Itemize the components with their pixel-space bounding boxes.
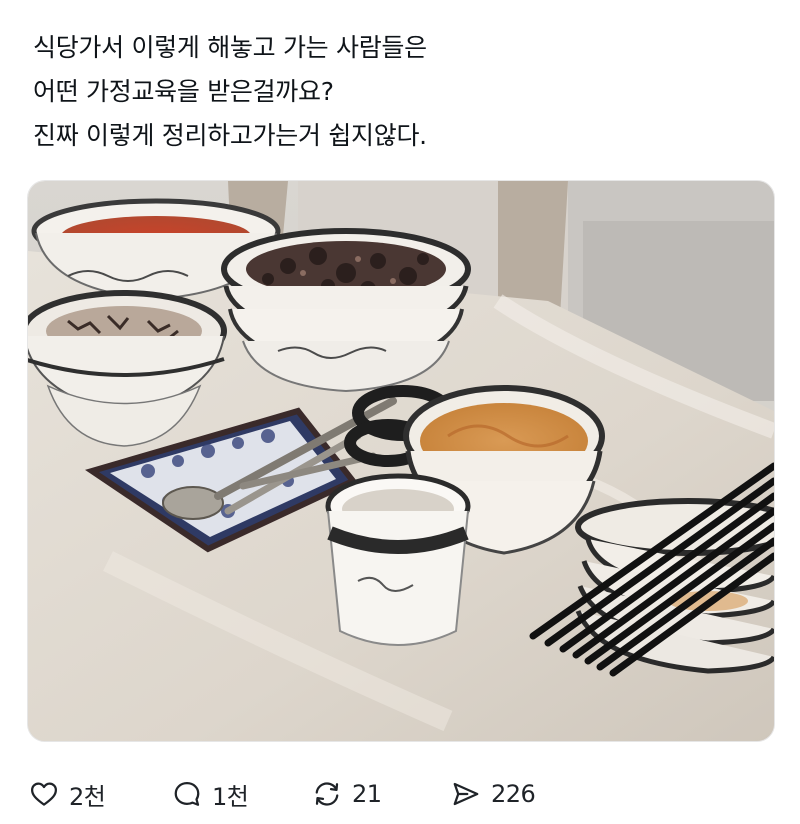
send-icon [453, 782, 479, 806]
share-count: 226 [491, 780, 536, 808]
repost-count: 21 [352, 780, 382, 808]
post-text-line: 식당가서 이렇게 해놓고 가는 사람들은 [33, 33, 427, 62]
repost-button[interactable]: 21 [312, 770, 382, 818]
reply-button[interactable]: 1천 [172, 770, 249, 818]
dishes-photo [28, 181, 774, 741]
like-count: 2천 [69, 782, 106, 811]
post-text-line: 어떤 가정교육을 받은걸까요? [33, 77, 334, 106]
post-text: 식당가서 이렇게 해놓고 가는 사람들은 어떤 가정교육을 받은걸까요? 진짜 … [33, 26, 773, 158]
share-button[interactable]: 226 [451, 770, 536, 818]
post-image[interactable] [27, 180, 775, 742]
reply-count: 1천 [212, 782, 249, 811]
speech-bubble-icon [174, 782, 200, 806]
repost-icon [315, 782, 339, 806]
post-actions: 2천 1천 21 226 [27, 770, 773, 818]
heart-icon [31, 782, 57, 806]
post-text-line: 진짜 이렇게 정리하고가는거 쉽지않다. [33, 121, 427, 150]
like-button[interactable]: 2천 [29, 770, 106, 818]
